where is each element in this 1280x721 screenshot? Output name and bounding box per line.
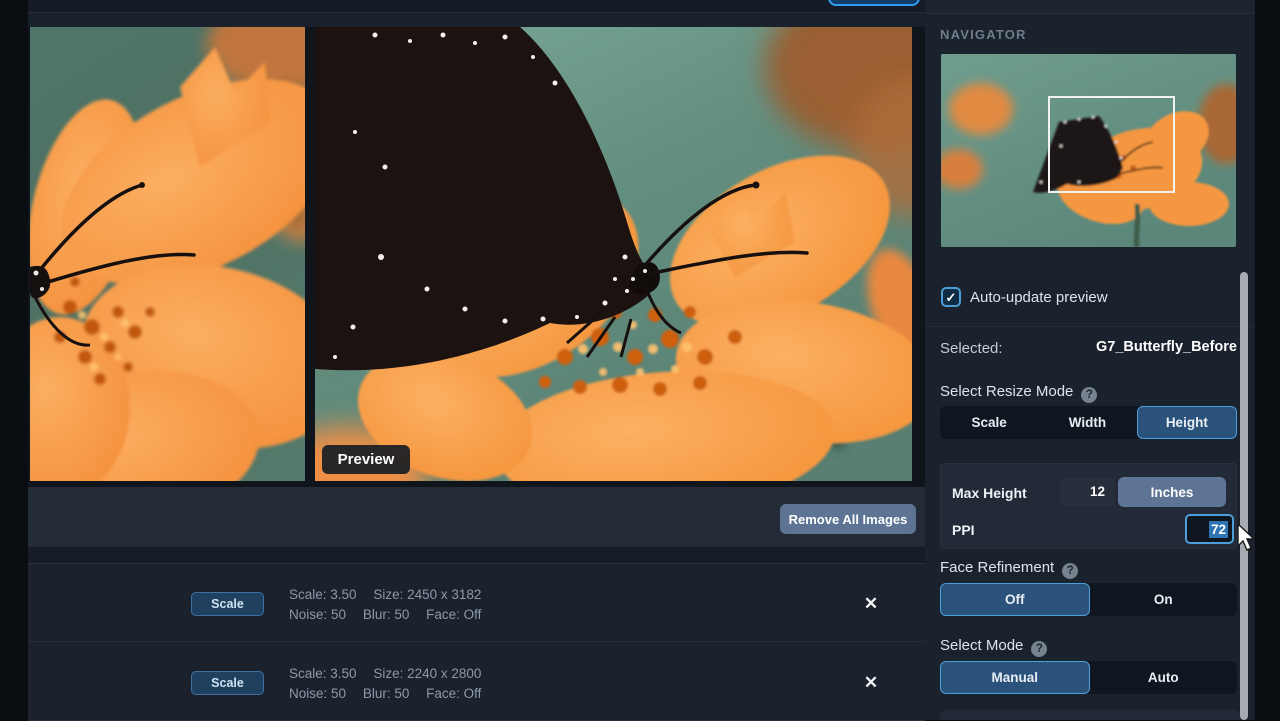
scale-mode-button[interactable]: Scale (191, 671, 264, 695)
select-mode-option-auto[interactable]: Auto (1090, 661, 1238, 694)
sidebar-scrollbar-thumb[interactable] (1240, 272, 1248, 720)
auto-update-label: Auto-update preview (970, 289, 1108, 306)
processed-image-pane[interactable]: Preview (315, 27, 912, 481)
help-icon[interactable]: ? (1062, 563, 1078, 579)
resize-mode-option-scale[interactable]: Scale (940, 406, 1038, 439)
navigator-title: NAVIGATOR (940, 27, 1027, 42)
row-scale-value: Scale: 3.50 (289, 587, 357, 602)
queue-row: Scale Scale: 3.50 Size: 2240 x 2800 Nois… (28, 643, 925, 721)
select-mode-segmented-control: Manual Auto (940, 661, 1237, 694)
queue-row-info: Scale: 3.50 Size: 2240 x 2800 Noise: 50 … (289, 664, 749, 704)
resize-mode-option-height[interactable]: Height (1137, 406, 1237, 439)
row-size-value: Size: 2240 x 2800 (373, 666, 481, 681)
ppi-selected-text: 72 (1209, 521, 1228, 538)
row-size-value: Size: 2450 x 3182 (373, 587, 481, 602)
top-blue-button-fragment[interactable] (828, 0, 920, 6)
dimensions-panel: Max Height 12 Inches PPI 72 (940, 463, 1237, 549)
resize-mode-option-width[interactable]: Width (1038, 406, 1136, 439)
row-face-value: Face: Off (426, 607, 481, 622)
queue-row-info: Scale: 3.50 Size: 2450 x 3182 Noise: 50 … (289, 585, 749, 625)
resize-mode-section-label: Select Resize Mode? (940, 383, 1097, 403)
processed-image (315, 27, 912, 481)
row-blur-value: Blur: 50 (363, 607, 410, 622)
queue-toolbar: Remove All Images (28, 487, 925, 547)
remove-all-images-button[interactable]: Remove All Images (780, 504, 916, 534)
check-icon: ✓ (946, 290, 957, 305)
auto-update-checkbox[interactable]: ✓ (941, 287, 961, 307)
remove-image-icon[interactable]: ✕ (861, 673, 881, 693)
preview-area: Preview (28, 27, 925, 487)
navigator-thumbnail[interactable] (941, 54, 1236, 247)
help-icon[interactable]: ? (1031, 641, 1047, 657)
navigator-viewport-rect[interactable] (1048, 96, 1175, 193)
row-noise-value: Noise: 50 (289, 686, 346, 701)
preview-tag: Preview (322, 445, 410, 474)
divider (925, 326, 1255, 327)
original-image-pane[interactable] (30, 27, 305, 481)
max-height-label: Max Height (952, 485, 1027, 501)
gap-band (28, 547, 925, 563)
row-scale-value: Scale: 3.50 (289, 666, 357, 681)
resize-mode-segmented-control: Scale Width Height (940, 406, 1237, 439)
settings-sidebar: NAVIGATOR (925, 0, 1255, 720)
unit-dropdown[interactable]: Inches (1118, 477, 1226, 507)
row-noise-value: Noise: 50 (289, 607, 346, 622)
original-image (30, 27, 305, 481)
ppi-label: PPI (952, 522, 975, 538)
face-refinement-option-off[interactable]: Off (940, 583, 1090, 616)
scale-mode-button[interactable]: Scale (191, 592, 264, 616)
select-mode-section-label: Select Mode? (940, 637, 1047, 657)
row-face-value: Face: Off (426, 686, 481, 701)
max-height-input[interactable]: 12 (1060, 478, 1114, 506)
queue-row: Scale Scale: 3.50 Size: 2450 x 3182 Nois… (28, 564, 925, 642)
next-section-panel (940, 710, 1240, 720)
sidebar-top-band (925, 0, 1255, 14)
image-queue-list: Scale Scale: 3.50 Size: 2450 x 3182 Nois… (28, 563, 925, 720)
remove-image-icon[interactable]: ✕ (861, 594, 881, 614)
face-refinement-option-on[interactable]: On (1090, 583, 1238, 616)
face-refinement-segmented-control: Off On (940, 583, 1237, 616)
selected-filename: G7_Butterfly_Before (940, 339, 1237, 355)
help-icon[interactable]: ? (1081, 387, 1097, 403)
ppi-input[interactable]: 72 (1185, 514, 1234, 544)
face-refinement-section-label: Face Refinement? (940, 559, 1078, 579)
row-blur-value: Blur: 50 (363, 686, 410, 701)
select-mode-option-manual[interactable]: Manual (940, 661, 1090, 694)
